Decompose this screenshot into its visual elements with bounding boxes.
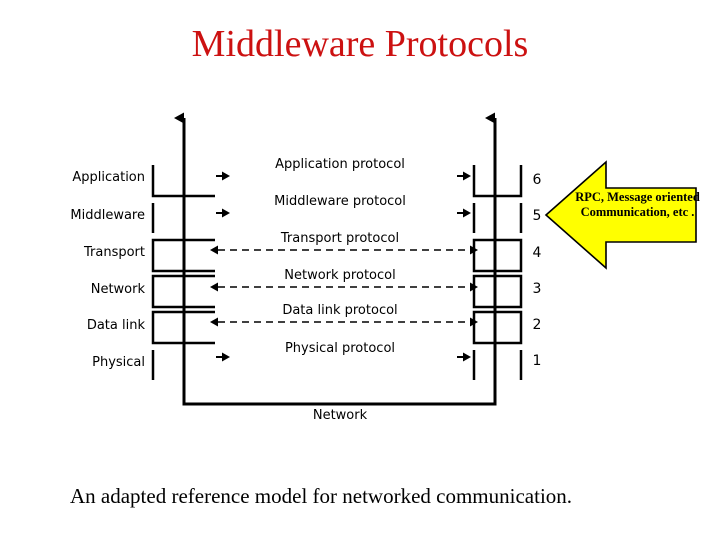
layer-name-column: Application Middleware Transport Network… xyxy=(30,0,145,470)
protocol-label-transport: Transport protocol xyxy=(280,231,400,246)
right-layer-box-network xyxy=(472,274,523,309)
protocol-label-datalink: Data link protocol xyxy=(282,303,398,318)
right-layer-box-datalink xyxy=(472,310,523,345)
callout-arrow: RPC, Message oriented Communication, etc… xyxy=(544,160,720,270)
callout-line-1: RPC, Message oriented xyxy=(575,190,700,204)
right-protocol-stack xyxy=(472,112,523,388)
slide-caption: An adapted reference model for networked… xyxy=(70,484,573,508)
network-bus-label: Network xyxy=(312,408,368,423)
layer-label-transport: Transport xyxy=(83,245,145,260)
protocol-label-network: Network protocol xyxy=(284,268,396,283)
protocol-label-application: Application protocol xyxy=(275,157,405,172)
layer-number-2: 2 xyxy=(532,317,542,333)
protocol-label-middleware: Middleware protocol xyxy=(274,194,406,209)
right-layer-box-transport xyxy=(472,238,523,273)
slide-canvas: Middleware Protocols Application Middlew… xyxy=(0,0,720,540)
callout-text: RPC, Message oriented Communication, etc… xyxy=(550,190,720,220)
layer-label-physical: Physical xyxy=(92,355,145,370)
layer-number-3: 3 xyxy=(532,281,542,297)
layer-number-1: 1 xyxy=(532,353,542,369)
layer-label-network: Network xyxy=(90,282,145,297)
network-bus-bracket xyxy=(182,368,497,406)
layer-label-application: Application xyxy=(72,170,145,185)
layer-label-datalink: Data link xyxy=(86,318,145,333)
layer-label-middleware: Middleware xyxy=(70,208,145,223)
reference-model-diagram: Application Middleware Transport Network… xyxy=(0,0,720,470)
protocol-label-physical: Physical protocol xyxy=(284,341,396,356)
callout-line-2: Communication, etc . xyxy=(580,205,695,219)
right-layer-box-application xyxy=(472,165,523,198)
